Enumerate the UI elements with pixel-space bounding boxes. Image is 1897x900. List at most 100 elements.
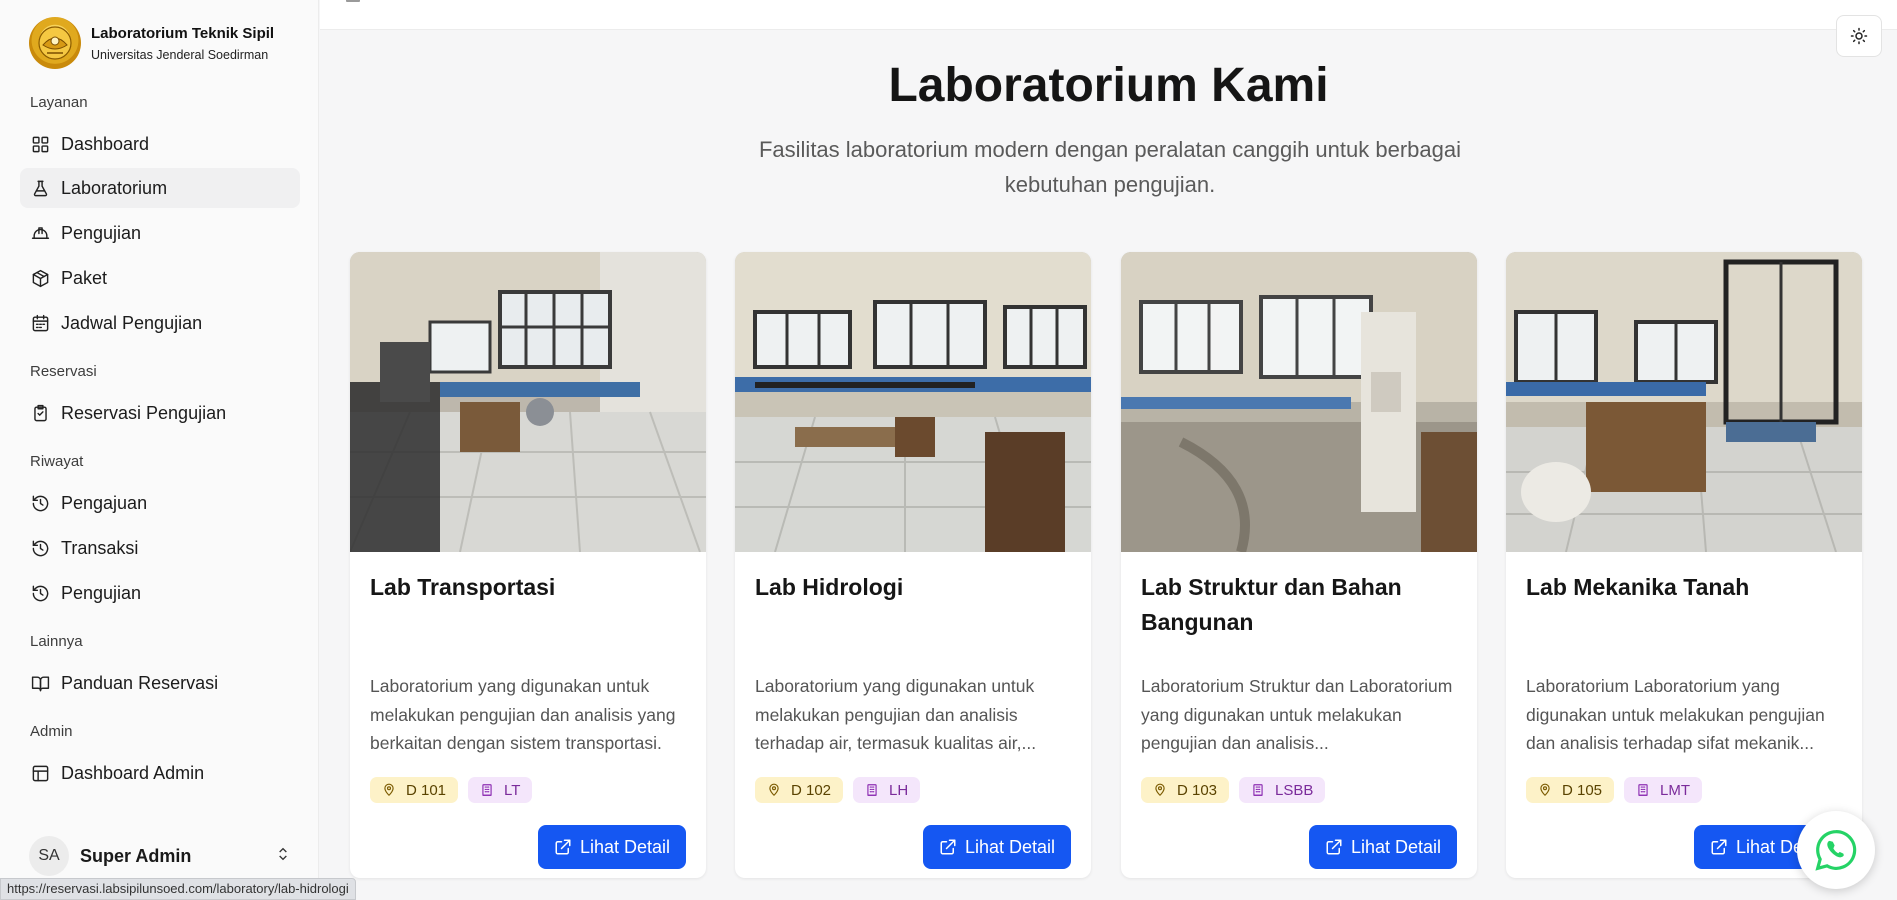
top-bar	[320, 0, 1897, 30]
user-menu[interactable]: SA Super Admin	[29, 836, 291, 876]
section-label-layanan: Layanan	[30, 94, 88, 111]
card-title: Lab Hidrologi	[755, 574, 904, 600]
sidebar-item-laboratorium[interactable]: Laboratorium	[20, 168, 300, 208]
building-icon	[1253, 784, 1263, 796]
lab-photo	[350, 252, 706, 552]
sidebar-item-dashboard[interactable]: Dashboard	[20, 124, 300, 164]
card-title: Lab Mekanika Tanah	[1526, 574, 1750, 600]
lab-card: Lab Transportasi Laboratorium yang digun…	[350, 252, 706, 878]
sidebar-item-label: Pengujian	[61, 582, 142, 603]
layout-icon	[30, 763, 50, 783]
sidebar: Laboratorium Teknik Sipil Universitas Je…	[0, 0, 319, 900]
external-link-icon	[555, 839, 571, 855]
sidebar-toggle-icon[interactable]	[346, 0, 360, 2]
book-open-icon	[30, 673, 50, 693]
whatsapp-button[interactable]	[1797, 811, 1875, 889]
code-badge: LMT	[1624, 777, 1703, 803]
lihat-detail-button[interactable]: Lihat Detail	[537, 825, 686, 869]
chevrons-up-down-icon	[275, 846, 291, 867]
building-icon	[867, 784, 877, 796]
room-label: D 103	[1177, 781, 1218, 799]
room-badge: D 105	[1526, 777, 1615, 803]
history-icon	[30, 493, 50, 513]
lab-photo	[735, 252, 1091, 552]
whatsapp-icon	[1814, 828, 1858, 872]
sidebar-item-label: Dashboard	[61, 133, 150, 154]
sidebar-item-label: Transaksi	[61, 537, 139, 558]
section-label-reservasi: Reservasi	[30, 363, 97, 380]
map-pin-icon	[1155, 783, 1165, 796]
button-label: Lihat Detail	[964, 836, 1055, 857]
code-label: LH	[889, 781, 909, 799]
calendar-icon	[30, 313, 50, 333]
card-description: Laboratorium Struktur dan Laboratorium y…	[1141, 676, 1453, 753]
sidebar-item-paket[interactable]: Paket	[20, 258, 300, 298]
code-label: LT	[504, 781, 521, 799]
sidebar-item-label: Reservasi Pengujian	[61, 402, 227, 423]
button-label: Lihat Detail	[579, 836, 670, 857]
brand-title: Laboratorium Teknik Sipil	[91, 24, 275, 42]
code-label: LMT	[1660, 781, 1691, 799]
room-label: D 102	[791, 781, 832, 799]
sidebar-item-label: Laboratorium	[61, 177, 168, 198]
sidebar-item-panduan-reservasi[interactable]: Panduan Reservasi	[20, 663, 300, 703]
sidebar-item-pengujian[interactable]: Pengujian	[20, 213, 300, 253]
sidebar-item-transaksi[interactable]: Transaksi	[20, 528, 300, 568]
lab-card: Lab Hidrologi Laboratorium yang digunaka…	[735, 252, 1091, 878]
map-pin-icon	[384, 783, 394, 796]
room-badge: D 103	[1141, 777, 1230, 803]
sidebar-item-pengajuan[interactable]: Pengajuan	[20, 483, 300, 523]
room-badge: D 102	[755, 777, 844, 803]
brand[interactable]: Laboratorium Teknik Sipil Universitas Je…	[29, 17, 274, 69]
section-label-riwayat: Riwayat	[30, 453, 84, 470]
card-description: Laboratorium yang digunakan untuk melaku…	[370, 676, 676, 753]
lihat-detail-button[interactable]: Lihat Detail	[922, 825, 1071, 869]
grid-icon	[30, 134, 50, 154]
user-name: Super Admin	[80, 845, 192, 866]
section-label-admin: Admin	[30, 723, 73, 740]
code-badge: LT	[468, 777, 533, 803]
map-pin-icon	[769, 783, 779, 796]
code-label: LSBB	[1275, 781, 1314, 799]
sidebar-item-dashboard-admin[interactable]: Dashboard Admin	[20, 753, 300, 793]
page-title: Laboratorium Kami	[888, 59, 1329, 112]
sidebar-item-jadwal-pengujian[interactable]: Jadwal Pengujian	[20, 303, 300, 343]
hard-hat-icon	[30, 223, 50, 243]
sidebar-item-label: Pengujian	[61, 222, 142, 243]
avatar: SA	[29, 836, 69, 876]
map-pin-icon	[1540, 783, 1550, 796]
sidebar-item-reservasi-pengujian[interactable]: Reservasi Pengujian	[20, 393, 300, 433]
card-title: Lab Struktur dan Bahan Bangunan	[1141, 574, 1402, 635]
lab-card: Lab Mekanika Tanah Laboratorium Laborato…	[1506, 252, 1862, 878]
lihat-detail-button[interactable]: Lihat Detail	[1308, 825, 1457, 869]
lab-photo	[1506, 252, 1862, 552]
section-label-lainnya: Lainnya	[30, 633, 83, 650]
flask-icon	[30, 178, 50, 198]
external-link-icon	[1326, 839, 1342, 855]
lab-card: Lab Struktur dan Bahan Bangunan Laborato…	[1121, 252, 1477, 878]
brand-subtitle: Universitas Jenderal Soedirman	[91, 47, 269, 62]
sun-icon	[1850, 27, 1868, 45]
room-label: D 101	[406, 781, 447, 799]
external-link-icon	[940, 839, 956, 855]
history-icon	[30, 538, 50, 558]
lab-photo	[1121, 252, 1477, 552]
building-icon	[482, 784, 492, 796]
button-label: Lihat Detail	[1350, 836, 1441, 857]
theme-toggle-button[interactable]	[1836, 15, 1882, 57]
page-subtitle: Fasilitas laboratorium modern dengan per…	[758, 137, 1461, 197]
sidebar-item-label: Pengajuan	[61, 492, 148, 513]
status-url: https://reservasi.labsipilunsoed.com/lab…	[0, 878, 356, 900]
package-icon	[30, 268, 50, 288]
sidebar-item-label: Jadwal Pengujian	[61, 312, 203, 333]
building-icon	[1638, 784, 1648, 796]
card-description: Laboratorium Laboratorium yang digunakan…	[1526, 676, 1825, 753]
sidebar-item-label: Dashboard Admin	[61, 762, 205, 783]
external-link-icon	[1711, 839, 1727, 855]
clipboard-icon	[30, 403, 50, 423]
sidebar-item-riwayat-pengujian[interactable]: Pengujian	[20, 573, 300, 613]
university-logo	[29, 17, 81, 69]
sidebar-item-label: Paket	[61, 267, 108, 288]
card-description: Laboratorium yang digunakan untuk melaku…	[755, 676, 1037, 753]
code-badge: LSBB	[1239, 777, 1326, 803]
